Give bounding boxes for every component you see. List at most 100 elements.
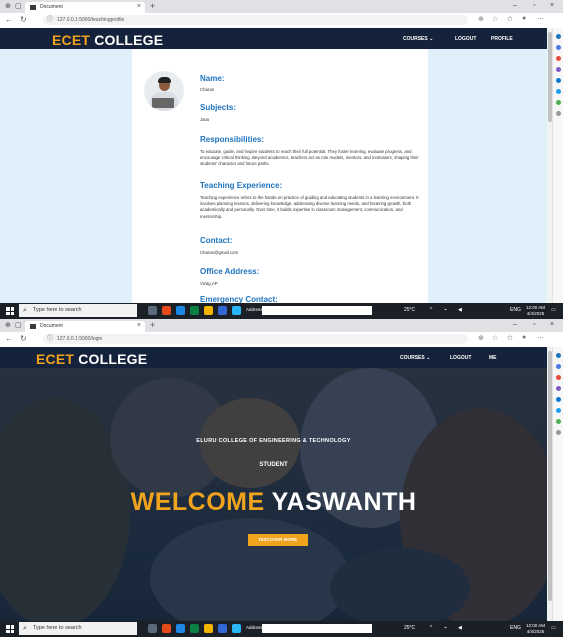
back-icon[interactable]: ← bbox=[5, 15, 13, 24]
search-sidebar-icon[interactable] bbox=[555, 353, 561, 358]
store-icon[interactable] bbox=[218, 306, 227, 315]
app-icon[interactable] bbox=[232, 306, 241, 315]
maximize-icon[interactable]: ▫ bbox=[533, 2, 535, 9]
url-field[interactable]: ⓘ 127.0.0.1:5000/login bbox=[43, 334, 468, 344]
page-favicon-icon bbox=[30, 324, 36, 329]
clock-date: 4/4/2025 bbox=[526, 629, 545, 634]
new-tab-button[interactable]: + bbox=[150, 1, 155, 11]
tray-chevron-icon[interactable]: ^ bbox=[430, 625, 432, 631]
taskbar-address-field[interactable] bbox=[262, 306, 372, 315]
language-text[interactable]: ENG bbox=[510, 307, 521, 313]
tray-chevron-icon[interactable]: ^ bbox=[430, 307, 432, 313]
office-icon[interactable] bbox=[555, 397, 561, 402]
workspaces-icon[interactable]: ⊕ bbox=[5, 321, 11, 329]
network-icon[interactable]: ⌁ bbox=[444, 307, 447, 313]
volume-icon[interactable]: ◀ bbox=[458, 307, 462, 313]
tools-icon[interactable] bbox=[555, 56, 561, 61]
taskbar-search[interactable]: ⌕ Type here to search bbox=[19, 304, 137, 317]
search-sidebar-icon[interactable] bbox=[555, 34, 561, 39]
nav-profile[interactable]: PROFILE bbox=[491, 36, 513, 42]
taskbar-search[interactable]: ⌕ Type here to search bbox=[19, 622, 137, 635]
nav-logout[interactable]: LOGOUT bbox=[455, 36, 476, 42]
nav-courses[interactable]: COURSES ⌄ bbox=[400, 355, 430, 361]
site-logo[interactable]: ECET COLLEGE bbox=[36, 351, 147, 367]
section-heading: Teaching Experience: bbox=[200, 181, 283, 190]
profile-icon[interactable]: ● bbox=[522, 15, 526, 22]
language-text[interactable]: ENG bbox=[510, 625, 521, 631]
app-icon[interactable] bbox=[162, 624, 171, 633]
add-sidebar-icon[interactable] bbox=[555, 430, 561, 435]
site-info-icon[interactable]: ⓘ bbox=[47, 334, 53, 344]
outlook-icon[interactable] bbox=[555, 408, 561, 413]
tools-icon[interactable] bbox=[555, 375, 561, 380]
tab-actions-icon[interactable]: ▢ bbox=[15, 2, 22, 10]
profile-section-emergency-contact: Emergency Contact: bbox=[200, 295, 420, 303]
profile-icon[interactable]: ● bbox=[522, 334, 526, 341]
site-logo[interactable]: ECET COLLEGE bbox=[52, 32, 163, 48]
hero-section: ELURU COLLEGE OF ENGINEERING & TECHNOLOG… bbox=[0, 368, 547, 621]
games-icon[interactable] bbox=[555, 386, 561, 391]
zoom-icon[interactable]: ⊕ bbox=[478, 15, 484, 23]
app-icon[interactable] bbox=[190, 306, 199, 315]
edge-icon[interactable] bbox=[176, 624, 185, 633]
office-icon[interactable] bbox=[555, 78, 561, 83]
notification-icon[interactable]: ▭ bbox=[551, 307, 556, 313]
task-view-icon[interactable] bbox=[148, 306, 157, 315]
file-explorer-icon[interactable] bbox=[204, 624, 213, 633]
windows-start-icon[interactable] bbox=[6, 307, 14, 315]
app-icon[interactable] bbox=[162, 306, 171, 315]
shopping-icon[interactable] bbox=[555, 364, 561, 369]
profile-section-subjects: Subjects: Java bbox=[200, 103, 420, 123]
favorites-icon[interactable]: ✩ bbox=[507, 15, 513, 23]
nav-me[interactable]: ME bbox=[489, 355, 497, 361]
close-tab-icon[interactable]: × bbox=[137, 322, 141, 329]
logo-college: COLLEGE bbox=[94, 32, 164, 48]
reload-icon[interactable]: ↻ bbox=[20, 334, 27, 343]
nav-logout[interactable]: LOGOUT bbox=[450, 355, 471, 361]
browser-tab[interactable]: Document × bbox=[25, 2, 145, 13]
taskbar-address-field[interactable] bbox=[262, 624, 372, 633]
network-icon[interactable]: ⌁ bbox=[444, 625, 447, 631]
more-icon[interactable]: ⋯ bbox=[537, 334, 544, 342]
notification-icon[interactable]: ▭ bbox=[551, 625, 556, 631]
drop-icon[interactable] bbox=[555, 419, 561, 424]
zoom-icon[interactable]: ⊕ bbox=[478, 334, 484, 342]
edge-icon[interactable] bbox=[176, 306, 185, 315]
reload-icon[interactable]: ↻ bbox=[20, 15, 27, 24]
url-field[interactable]: ⓘ 127.0.0.1:5000/teachingprofile bbox=[43, 15, 468, 25]
site-info-icon[interactable]: ⓘ bbox=[47, 15, 53, 25]
windows-start-icon[interactable] bbox=[6, 625, 14, 633]
nav-courses[interactable]: COURSES ⌄ bbox=[403, 36, 433, 42]
tab-actions-icon[interactable]: ▢ bbox=[15, 321, 22, 329]
new-tab-button[interactable]: + bbox=[150, 320, 155, 330]
file-explorer-icon[interactable] bbox=[204, 306, 213, 315]
minimize-icon[interactable]: – bbox=[513, 2, 517, 9]
store-icon[interactable] bbox=[218, 624, 227, 633]
taskbar-clock[interactable]: 12:00 AM 4/4/2025 bbox=[526, 305, 545, 317]
drop-icon[interactable] bbox=[555, 100, 561, 105]
maximize-icon[interactable]: ▫ bbox=[533, 321, 535, 328]
favorite-icon[interactable]: ☆ bbox=[492, 334, 498, 342]
workspaces-icon[interactable]: ⊕ bbox=[5, 2, 11, 10]
close-tab-icon[interactable]: × bbox=[137, 3, 141, 10]
weather-text[interactable]: 25°C bbox=[404, 307, 415, 313]
browser-tab[interactable]: Document × bbox=[25, 321, 145, 332]
games-icon[interactable] bbox=[555, 67, 561, 72]
minimize-icon[interactable]: – bbox=[513, 321, 517, 328]
discover-more-button[interactable]: DISCOVER MORE bbox=[248, 534, 308, 546]
task-view-icon[interactable] bbox=[148, 624, 157, 633]
favorite-icon[interactable]: ☆ bbox=[492, 15, 498, 23]
favorites-icon[interactable]: ✩ bbox=[507, 334, 513, 342]
outlook-icon[interactable] bbox=[555, 89, 561, 94]
back-icon[interactable]: ← bbox=[5, 334, 13, 343]
taskbar-clock[interactable]: 12:00 AM 4/4/2025 bbox=[526, 623, 545, 635]
add-sidebar-icon[interactable] bbox=[555, 111, 561, 116]
close-window-icon[interactable]: × bbox=[550, 2, 554, 9]
close-window-icon[interactable]: × bbox=[550, 321, 554, 328]
more-icon[interactable]: ⋯ bbox=[537, 15, 544, 23]
weather-text[interactable]: 25°C bbox=[404, 625, 415, 631]
app-icon[interactable] bbox=[190, 624, 199, 633]
volume-icon[interactable]: ◀ bbox=[458, 625, 462, 631]
shopping-icon[interactable] bbox=[555, 45, 561, 50]
app-icon[interactable] bbox=[232, 624, 241, 633]
